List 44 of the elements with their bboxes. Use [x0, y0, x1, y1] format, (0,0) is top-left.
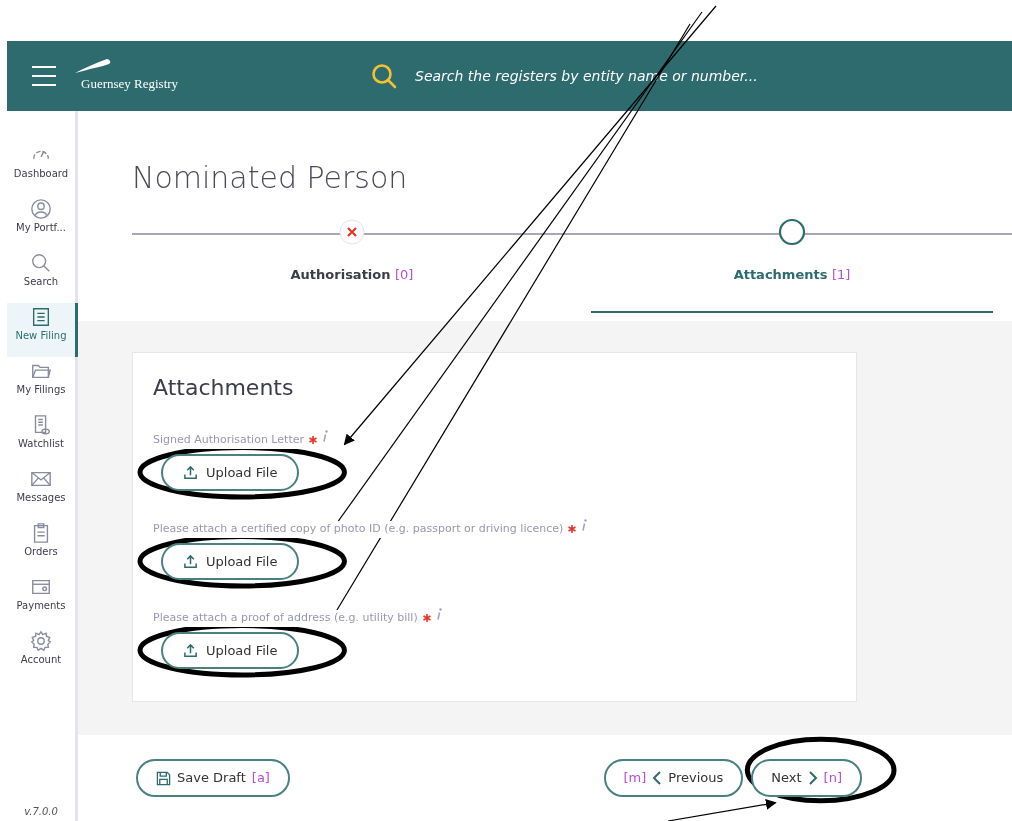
sidebar-item[interactable]: Watchlist: [7, 411, 75, 465]
version-text: v.7.0.0: [23, 805, 59, 819]
sidebar-item[interactable]: Dashboard: [7, 141, 75, 195]
step-tab[interactable]: Authorisation [0]: [151, 265, 553, 313]
logo-text: Guernsey Registry: [81, 75, 180, 94]
sidebar-item[interactable]: Search: [7, 249, 75, 303]
search-field[interactable]: Search the registers by entity name or number...: [413, 64, 833, 88]
sidebar-item[interactable]: My Portf...: [7, 195, 75, 249]
info-icon[interactable]: [581, 519, 588, 531]
upload-icon: [183, 464, 198, 480]
sidebar-item[interactable]: Payments: [7, 573, 75, 627]
sidebar-item[interactable]: Orders: [7, 519, 75, 573]
error-step-icon: [338, 218, 366, 246]
chevron-left-icon: [652, 771, 663, 785]
upload-button[interactable]: Upload File: [161, 453, 300, 491]
sidebar-item[interactable]: New Filing: [7, 303, 78, 357]
person-icon: [30, 198, 52, 220]
save-draft-button[interactable]: Save Draft [a]: [136, 759, 290, 797]
field-label: Signed Authorisation Letter: [153, 432, 304, 449]
save-icon: [156, 770, 171, 786]
field-label: Please attach a certified copy of photo ID (e.g. passport or driving licence): [153, 521, 564, 538]
upload-button[interactable]: Upload File: [161, 631, 300, 669]
upload-icon: [183, 553, 198, 569]
menu-icon[interactable]: [31, 65, 57, 87]
card-title: Attachments: [153, 374, 295, 402]
next-button[interactable]: Next [n]: [751, 759, 862, 797]
field-label: Please attach a proof of address (e.g. utility bill): [153, 610, 418, 627]
sidebar-item[interactable]: Messages: [7, 465, 75, 519]
previous-button[interactable]: [m] Previous: [603, 759, 744, 797]
sidebar-item[interactable]: My Filings: [7, 357, 75, 411]
upload-button[interactable]: Upload File: [161, 542, 300, 580]
step-circle-icon: [778, 218, 806, 246]
search-icon[interactable]: [371, 63, 397, 89]
upload-icon: [183, 642, 198, 658]
info-icon[interactable]: [435, 608, 442, 620]
chevron-right-icon: [807, 771, 818, 785]
info-icon[interactable]: [322, 430, 328, 442]
settings-icon: [30, 630, 52, 652]
search-icon: [30, 252, 52, 274]
step-tab[interactable]: Attachments [1]: [591, 265, 993, 313]
sidebar-item[interactable]: Account: [7, 627, 75, 681]
quill-icon: [73, 58, 113, 75]
document-icon: [30, 306, 52, 328]
page-title: Nominated Person: [132, 159, 409, 197]
